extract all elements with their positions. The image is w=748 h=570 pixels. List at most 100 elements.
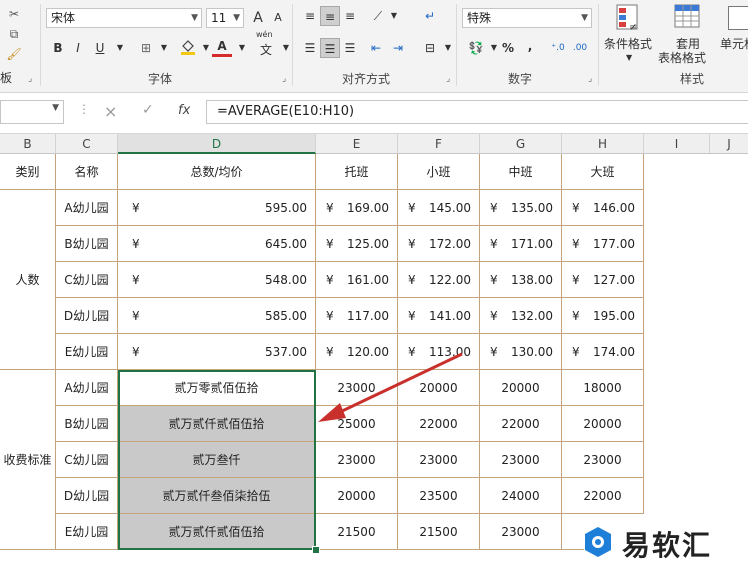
- header-cell[interactable]: 中班: [480, 154, 562, 190]
- school-name-cell[interactable]: D幼儿园: [56, 298, 118, 334]
- column-header-G[interactable]: G: [480, 134, 562, 154]
- fee-cell[interactable]: 21500: [398, 514, 480, 550]
- group-label-fee[interactable]: 收费标准: [0, 370, 56, 550]
- total-cell[interactable]: ¥585.00: [118, 298, 316, 334]
- column-header-D[interactable]: D: [118, 134, 316, 154]
- enter-icon[interactable]: ✓: [142, 102, 154, 118]
- header-cell[interactable]: 总数/均价: [118, 154, 316, 190]
- count-cell[interactable]: ¥195.00: [562, 298, 644, 334]
- chevron-down-icon[interactable]: ▼: [438, 38, 458, 58]
- number-format-combo[interactable]: 特殊 ▼: [462, 8, 592, 28]
- format-painter-icon[interactable]: 🖌: [4, 44, 24, 64]
- school-name-cell[interactable]: A幼儿园: [56, 190, 118, 226]
- phonetic-button[interactable]: 文: [256, 40, 276, 60]
- italic-button[interactable]: I: [68, 38, 88, 58]
- average-cell[interactable]: 贰万贰仟贰佰伍拾: [118, 406, 316, 442]
- count-cell[interactable]: ¥122.00: [398, 262, 480, 298]
- fee-cell[interactable]: 23000: [398, 442, 480, 478]
- fee-cell[interactable]: 20000: [480, 370, 562, 406]
- chevron-down-icon[interactable]: ▼: [384, 6, 404, 26]
- align-top-icon[interactable]: ≡: [300, 6, 320, 26]
- total-cell[interactable]: ¥595.00: [118, 190, 316, 226]
- column-header-I[interactable]: I: [644, 134, 710, 154]
- column-header-J[interactable]: J: [710, 134, 748, 154]
- count-cell[interactable]: ¥141.00: [398, 298, 480, 334]
- font-size-combo[interactable]: 11 ▼: [206, 8, 244, 28]
- count-cell[interactable]: ¥171.00: [480, 226, 562, 262]
- shrink-font-button[interactable]: A: [268, 8, 288, 28]
- align-middle-icon[interactable]: ≡: [320, 6, 340, 26]
- column-header-F[interactable]: F: [398, 134, 480, 154]
- cut-icon[interactable]: ✂: [4, 4, 24, 24]
- align-bottom-icon[interactable]: ≡: [340, 6, 360, 26]
- copy-icon[interactable]: ⧉: [4, 24, 24, 44]
- fee-cell[interactable]: 18000: [562, 370, 644, 406]
- fee-cell[interactable]: 25000: [316, 406, 398, 442]
- fee-cell[interactable]: 21500: [316, 514, 398, 550]
- count-cell[interactable]: ¥169.00: [316, 190, 398, 226]
- total-cell[interactable]: ¥548.00: [118, 262, 316, 298]
- fee-cell[interactable]: 23000: [562, 442, 644, 478]
- column-header-C[interactable]: C: [56, 134, 118, 154]
- name-box[interactable]: ▼: [0, 100, 64, 124]
- count-cell[interactable]: ¥120.00: [316, 334, 398, 370]
- header-cell[interactable]: 托班: [316, 154, 398, 190]
- fee-cell[interactable]: 20000: [316, 478, 398, 514]
- school-name-cell[interactable]: C幼儿园: [56, 262, 118, 298]
- average-cell[interactable]: 贰万零贰佰伍拾: [118, 370, 316, 406]
- grow-font-button[interactable]: A: [248, 8, 268, 28]
- column-header-B[interactable]: B: [0, 134, 56, 154]
- group-label-count[interactable]: 人数: [0, 190, 56, 370]
- count-cell[interactable]: ¥125.00: [316, 226, 398, 262]
- average-cell[interactable]: 贰万叁仟: [118, 442, 316, 478]
- wrap-text-icon[interactable]: ↵: [420, 6, 440, 26]
- table-format-button[interactable]: 套用 表格格式: [658, 2, 714, 66]
- fee-cell[interactable]: 22000: [562, 478, 644, 514]
- chevron-down-icon[interactable]: ▼: [276, 38, 296, 58]
- column-header-H[interactable]: H: [562, 134, 644, 154]
- school-name-cell[interactable]: B幼儿园: [56, 406, 118, 442]
- total-cell[interactable]: ¥537.00: [118, 334, 316, 370]
- fee-cell[interactable]: 22000: [398, 406, 480, 442]
- total-cell[interactable]: ¥645.00: [118, 226, 316, 262]
- fee-cell[interactable]: 20000: [562, 406, 644, 442]
- border-icon[interactable]: ⊞: [136, 38, 156, 58]
- header-cell[interactable]: 类别: [0, 154, 56, 190]
- count-cell[interactable]: ¥117.00: [316, 298, 398, 334]
- alignment-launcher-icon[interactable]: ⌟: [446, 74, 450, 84]
- school-name-cell[interactable]: E幼儿园: [56, 514, 118, 550]
- school-name-cell[interactable]: B幼儿园: [56, 226, 118, 262]
- fee-cell[interactable]: 23000: [480, 442, 562, 478]
- drag-handle-icon[interactable]: ⋮: [78, 102, 90, 116]
- average-cell[interactable]: 贰万贰仟叁佰柒拾伍: [118, 478, 316, 514]
- chevron-down-icon[interactable]: ▼: [110, 38, 130, 58]
- count-cell[interactable]: ¥145.00: [398, 190, 480, 226]
- cell-styles-button[interactable]: 单元格: [718, 2, 748, 64]
- header-cell[interactable]: 名称: [56, 154, 118, 190]
- underline-button[interactable]: U: [90, 38, 110, 58]
- fee-cell[interactable]: 22000: [480, 406, 562, 442]
- count-cell[interactable]: ¥135.00: [480, 190, 562, 226]
- fee-cell[interactable]: 20000: [398, 370, 480, 406]
- align-center-icon[interactable]: ☰: [320, 38, 340, 58]
- fee-cell[interactable]: 23000: [480, 514, 562, 550]
- formula-input[interactable]: =AVERAGE(E10:H10): [206, 100, 748, 124]
- fee-cell[interactable]: 23000: [316, 370, 398, 406]
- clipboard-launcher-icon[interactable]: ⌟: [28, 74, 32, 84]
- merge-center-icon[interactable]: ⊟: [420, 38, 440, 58]
- increase-decimal-icon[interactable]: ⁺.0: [548, 38, 568, 58]
- bold-button[interactable]: B: [48, 38, 68, 58]
- align-left-icon[interactable]: ☰: [300, 38, 320, 58]
- header-cell[interactable]: 大班: [562, 154, 644, 190]
- cancel-icon[interactable]: ×: [104, 102, 117, 121]
- comma-button[interactable]: ,: [520, 36, 540, 56]
- chevron-down-icon[interactable]: ▼: [232, 38, 252, 58]
- count-cell[interactable]: ¥113.00: [398, 334, 480, 370]
- fee-cell[interactable]: 24000: [480, 478, 562, 514]
- fill-handle[interactable]: [312, 546, 320, 554]
- count-cell[interactable]: ¥172.00: [398, 226, 480, 262]
- school-name-cell[interactable]: D幼儿园: [56, 478, 118, 514]
- currency-format-icon[interactable]: 💱: [466, 38, 486, 58]
- count-cell[interactable]: ¥138.00: [480, 262, 562, 298]
- count-cell[interactable]: ¥127.00: [562, 262, 644, 298]
